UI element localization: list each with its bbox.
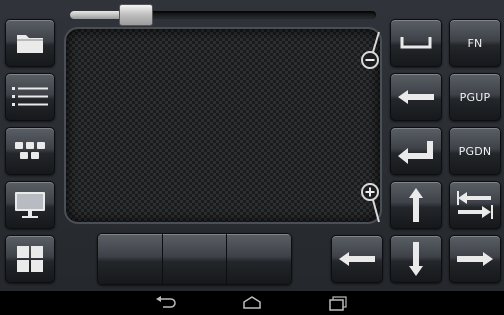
zoom-out-icon xyxy=(361,31,380,69)
folder-button[interactable] xyxy=(5,19,55,67)
arrow-down-key[interactable] xyxy=(390,235,442,283)
recent-apps-icon[interactable] xyxy=(326,295,350,311)
remote-mouse-app: FN PGUP PGDN xyxy=(0,0,504,291)
list-icon xyxy=(12,87,48,106)
left-click-button[interactable] xyxy=(98,234,163,284)
arrow-right-icon xyxy=(457,252,493,266)
space-icon xyxy=(400,37,432,49)
system-navigation-bar xyxy=(0,291,504,315)
mouse-buttons xyxy=(97,233,292,285)
arrow-up-icon xyxy=(409,188,423,222)
sensitivity-slider[interactable] xyxy=(70,4,376,26)
arrow-down-icon xyxy=(409,242,423,276)
tiles-icon xyxy=(17,246,43,272)
keyboard-button[interactable] xyxy=(5,127,55,175)
enter-key[interactable] xyxy=(390,127,442,175)
home-icon[interactable] xyxy=(240,295,264,311)
fn-key-label: FN xyxy=(467,36,483,50)
monitor-icon xyxy=(15,192,45,218)
folder-icon xyxy=(17,35,43,53)
zoom-out-button[interactable] xyxy=(357,30,385,70)
back-icon[interactable] xyxy=(154,295,178,311)
zoom-in-button[interactable] xyxy=(357,182,385,223)
tab-icon xyxy=(457,191,493,219)
zoom-in-icon xyxy=(361,183,380,223)
arrow-left-icon xyxy=(398,90,434,104)
keyboard-icon xyxy=(15,142,45,159)
pgup-key-label: PGUP xyxy=(459,90,491,104)
space-key[interactable] xyxy=(390,19,442,67)
arrow-left-icon xyxy=(339,252,375,266)
fn-key[interactable]: FN xyxy=(449,19,501,67)
list-button[interactable] xyxy=(5,73,55,121)
tab-key[interactable] xyxy=(449,181,501,229)
middle-click-button[interactable] xyxy=(162,234,228,284)
pgdn-key[interactable]: PGDN xyxy=(449,127,501,175)
right-click-button[interactable] xyxy=(227,234,291,284)
backspace-key[interactable] xyxy=(390,73,442,121)
arrow-left-key[interactable] xyxy=(331,235,383,283)
tiles-button[interactable] xyxy=(5,235,55,283)
pgdn-key-label: PGDN xyxy=(458,144,492,158)
enter-icon xyxy=(398,141,433,164)
touchpad-area[interactable] xyxy=(64,27,382,224)
pgup-key[interactable]: PGUP xyxy=(449,73,501,121)
slider-thumb[interactable] xyxy=(119,4,154,26)
monitor-button[interactable] xyxy=(5,181,55,229)
arrow-up-key[interactable] xyxy=(390,181,442,229)
arrow-right-key[interactable] xyxy=(449,235,501,283)
